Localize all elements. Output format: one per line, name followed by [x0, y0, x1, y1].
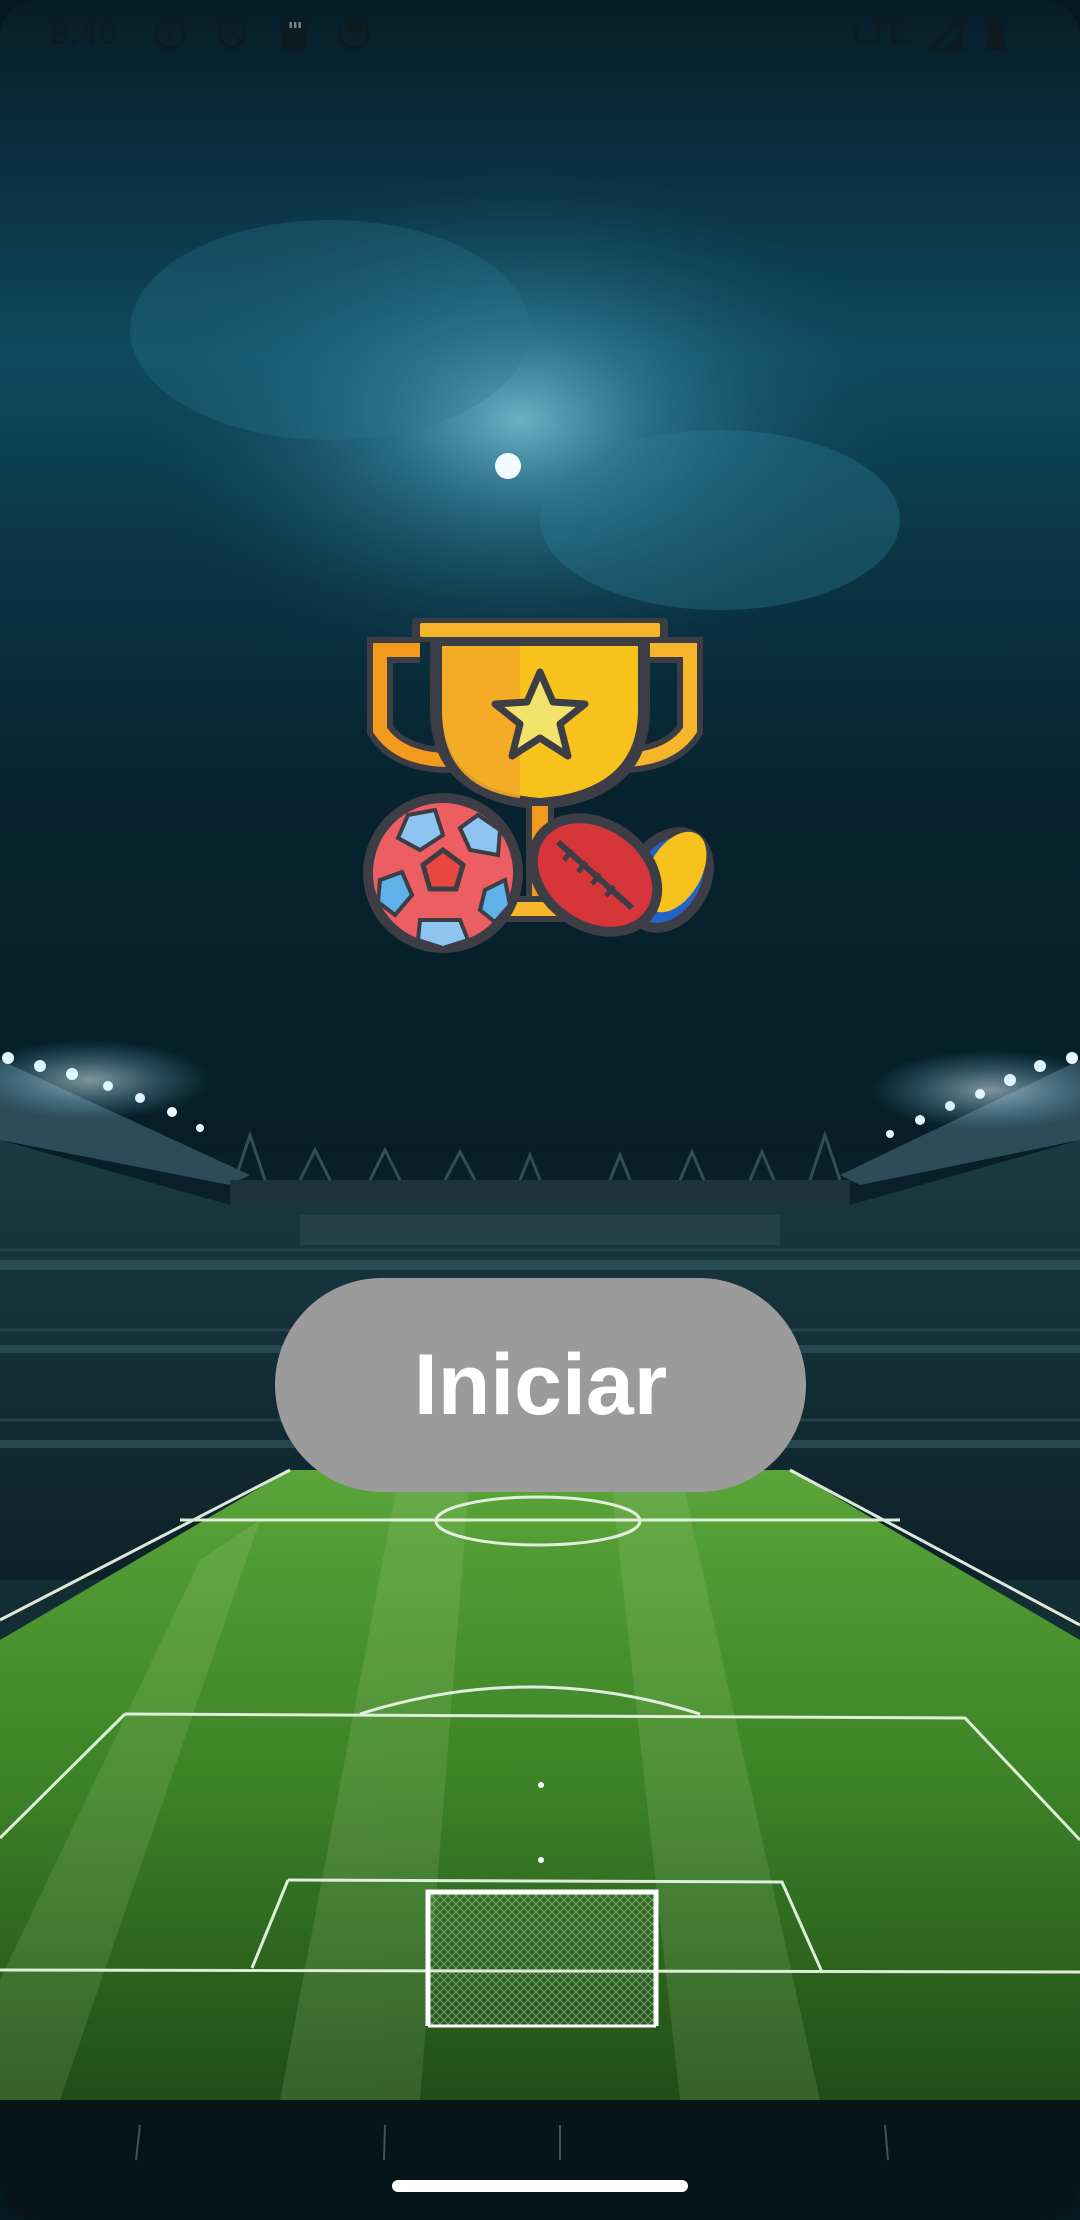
- status-bar: 9:40 LTE: [0, 0, 1080, 68]
- app-screen: 9:40 LTE Iniciar: [0, 0, 1080, 2220]
- shield-icon: [218, 18, 246, 50]
- battery-icon: [987, 17, 1005, 50]
- sync-icon: [338, 18, 370, 50]
- info-icon: [154, 18, 186, 50]
- home-indicator[interactable]: [392, 2180, 688, 2192]
- trophy-with-balls-icon: [363, 618, 714, 953]
- status-time: 9:40: [50, 14, 119, 52]
- stadium-background-image: [0, 160, 1080, 2220]
- network-type: LTE: [852, 14, 912, 50]
- sd-card-icon: [281, 19, 307, 49]
- start-button[interactable]: Iniciar: [275, 1278, 806, 1492]
- signal-icon: [928, 16, 963, 51]
